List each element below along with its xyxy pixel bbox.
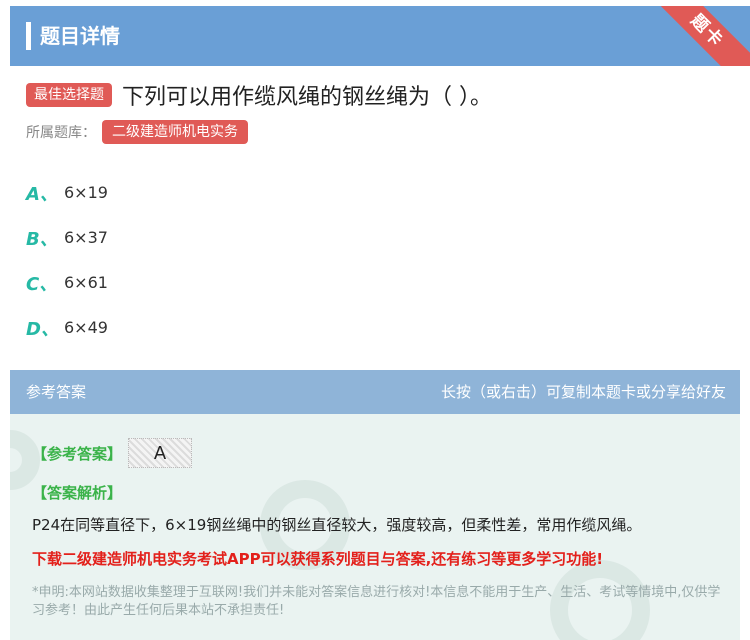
question-type-badge: 最佳选择题	[26, 83, 112, 107]
option-letter: C、	[26, 273, 58, 295]
option-a[interactable]: A、 6×19	[26, 170, 726, 215]
question-bank-row: 所属题库： 二级建造师机电实务	[26, 120, 248, 144]
reference-answer-row: 【参考答案】 A	[32, 438, 193, 468]
share-hint: 长按（或右击）可复制本题卡或分享给好友	[440, 383, 726, 401]
option-letter: B、	[26, 228, 58, 250]
question-card-ribbon[interactable]: 题卡	[643, 6, 750, 66]
option-text: 6×19	[64, 183, 108, 202]
answer-panel: 参考答案 长按（或右击）可复制本题卡或分享给好友 【参考答案】 A 【答案解析】…	[10, 370, 740, 640]
question-bank-label: 所属题库：	[26, 125, 96, 141]
option-text: 6×61	[64, 273, 108, 292]
header-accent-bar	[26, 22, 31, 50]
option-d[interactable]: D、 6×49	[26, 305, 726, 350]
option-letter: D、	[26, 318, 59, 340]
option-text: 6×37	[64, 228, 108, 247]
analysis-label: 【答案解析】	[32, 484, 123, 502]
reference-answer-label: 【参考答案】	[32, 444, 123, 463]
answer-header: 参考答案 长按（或右击）可复制本题卡或分享给好友	[10, 370, 740, 414]
option-b[interactable]: B、 6×37	[26, 215, 726, 260]
reference-answer-value: A	[128, 438, 193, 468]
page-header: 题目详情 题卡	[10, 6, 750, 66]
question-row: 最佳选择题 下列可以用作缆风绳的钢丝绳为（ ）。	[26, 80, 492, 110]
answer-header-title: 参考答案	[26, 383, 87, 401]
option-text: 6×49	[64, 318, 108, 337]
option-letter: A、	[26, 183, 58, 205]
disclaimer-text: *申明:本网站数据收集整理于互联网!我们并未能对答案信息进行核对!本信息不能用于…	[32, 585, 721, 618]
question-bank-link[interactable]: 二级建造师机电实务	[102, 120, 248, 144]
page-title: 题目详情	[40, 24, 120, 48]
options-list: A、 6×19 B、 6×37 C、 6×61 D、 6×49	[26, 170, 726, 350]
question-text: 下列可以用作缆风绳的钢丝绳为（ ）。	[122, 85, 492, 110]
option-c[interactable]: C、 6×61	[26, 260, 726, 305]
app-download-link[interactable]: 下载二级建造师机电实务考试APP可以获得系列题目与答案,还有练习等更多学习功能!	[32, 548, 603, 569]
analysis-text: P24在同等直径下，6×19钢丝绳中的钢丝直径较大，强度较高，但柔性差，常用作缆…	[32, 516, 642, 534]
